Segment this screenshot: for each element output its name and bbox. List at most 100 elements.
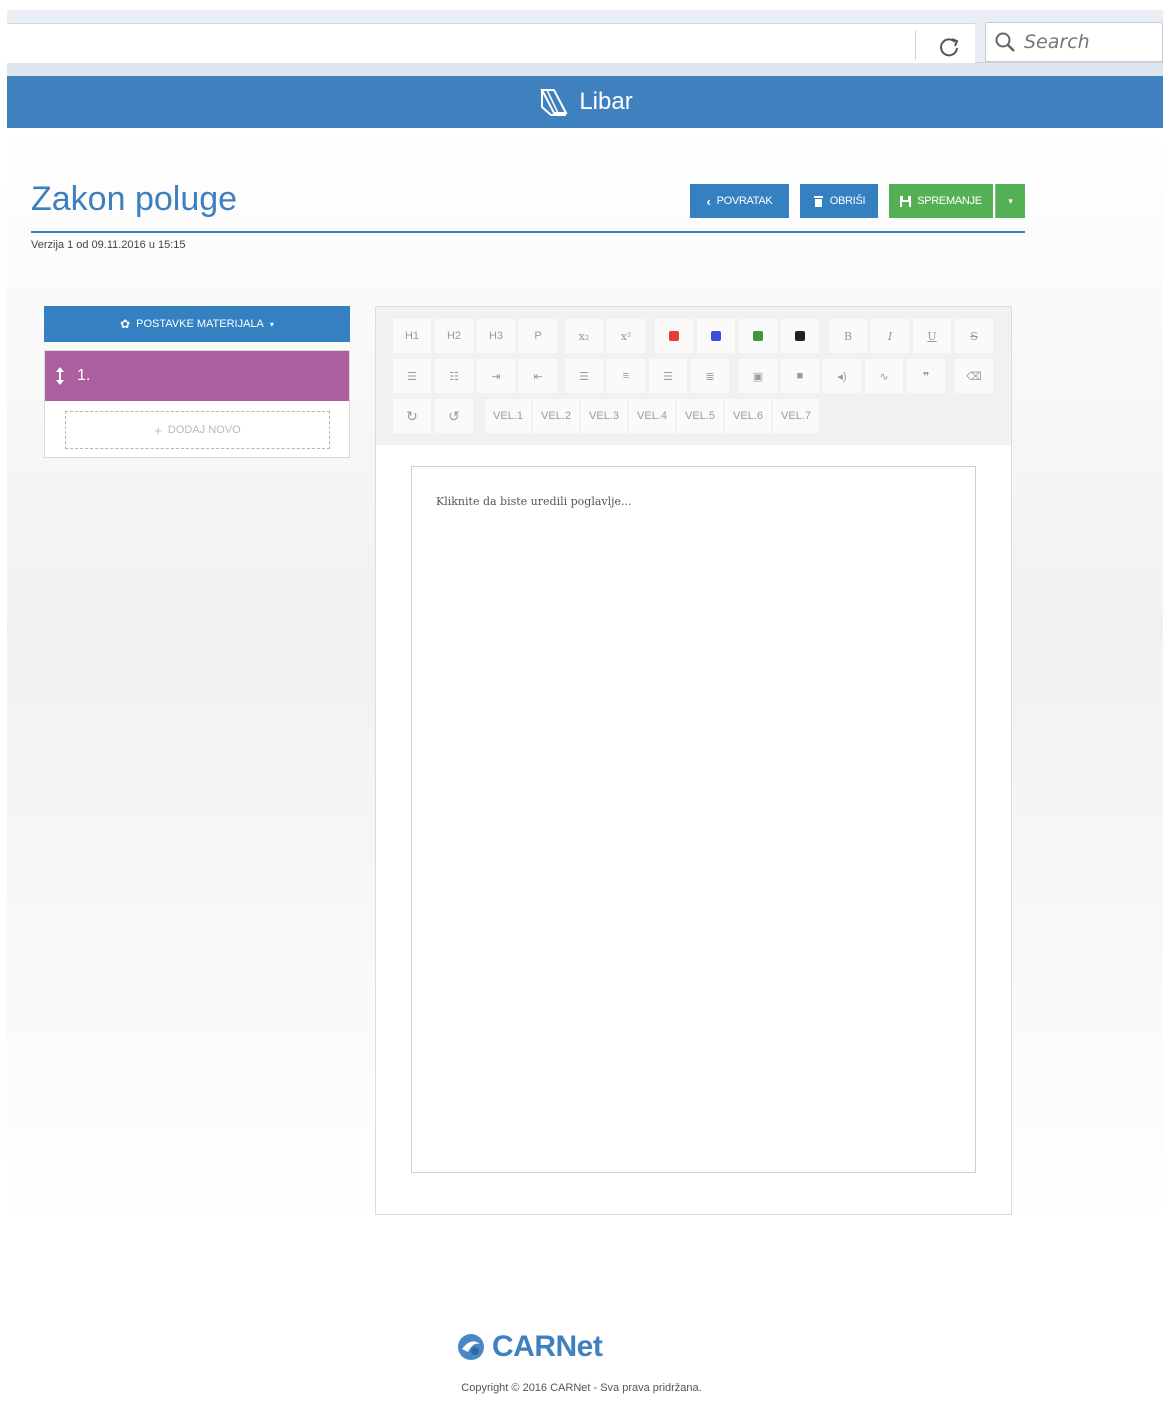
color-black-button[interactable] <box>781 319 819 353</box>
size-7-label: VEL.7 <box>781 410 811 422</box>
green-swatch <box>753 331 763 341</box>
align-justify-icon: ≣ <box>705 370 715 383</box>
chevron-left-icon: ‹ <box>706 193 711 209</box>
insert-video-button[interactable]: ■ <box>781 359 819 393</box>
size-2-button[interactable]: VEL.2 <box>533 399 579 433</box>
outdent-button[interactable]: ⇤ <box>519 359 557 393</box>
outdent-icon: ⇤ <box>533 370 543 383</box>
delete-button[interactable]: OBRIŠI <box>800 184 878 218</box>
size-3-button[interactable]: VEL.3 <box>581 399 627 433</box>
app-brand[interactable]: Libar <box>579 88 632 116</box>
align-left-icon: ☰ <box>579 370 589 383</box>
editor-toolbar: H1 H2 H3 P x₂ x² B I U S ☰ ☷ ⇥ ⇤ ☰ ≡ ☰ ≣… <box>376 307 1011 445</box>
heading-3-button[interactable]: H3 <box>477 319 515 353</box>
size-3-label: VEL.3 <box>589 410 619 422</box>
blue-swatch <box>711 331 721 341</box>
insert-link-button[interactable]: ∿ <box>865 359 903 393</box>
h1-label: H1 <box>404 330 420 342</box>
size-4-button[interactable]: VEL.4 <box>629 399 675 433</box>
chapter-label: 1. <box>77 367 91 384</box>
browser-search-box[interactable] <box>985 22 1163 62</box>
superscript-button[interactable]: x² <box>607 319 645 353</box>
align-left-button[interactable]: ☰ <box>565 359 603 393</box>
version-info: Verzija 1 od 09.11.2016 u 15:15 <box>31 239 186 251</box>
align-justify-button[interactable]: ≣ <box>691 359 729 393</box>
align-center-icon: ≡ <box>622 370 630 382</box>
bold-label: B <box>843 329 853 343</box>
size-1-button[interactable]: VEL.1 <box>485 399 531 433</box>
save-options-dropdown[interactable]: ▾ <box>995 184 1025 218</box>
bold-button[interactable]: B <box>829 319 867 353</box>
plus-icon: + <box>154 422 162 438</box>
color-blue-button[interactable] <box>697 319 735 353</box>
back-button[interactable]: ‹ POVRATAK <box>690 184 789 218</box>
subscript-button[interactable]: x₂ <box>565 319 603 353</box>
underline-label: U <box>927 329 937 343</box>
material-settings-label: POSTAVKE MATERIJALA <box>136 318 264 330</box>
image-icon: ▣ <box>752 370 764 383</box>
video-icon: ■ <box>796 370 804 382</box>
trash-icon <box>813 196 823 207</box>
undo-icon: ↺ <box>448 407 460 424</box>
gear-icon: ✿ <box>120 317 131 331</box>
save-button[interactable]: SPREMANJE <box>889 184 993 218</box>
italic-label: I <box>887 329 893 343</box>
red-swatch <box>669 331 679 341</box>
h2-label: H2 <box>446 330 462 342</box>
size-6-button[interactable]: VEL.6 <box>725 399 771 433</box>
size-2-label: VEL.2 <box>541 410 571 422</box>
carnet-emblem-icon <box>458 1334 484 1360</box>
browser-toolbar <box>7 10 1163 71</box>
page-title: Zakon poluge <box>31 180 238 218</box>
delete-button-label: OBRIŠI <box>829 195 866 207</box>
chapter-item[interactable]: 1. <box>45 351 349 401</box>
book-icon <box>540 89 568 116</box>
drag-handle-icon[interactable] <box>55 366 65 386</box>
back-button-label: POVRATAK <box>716 195 773 207</box>
paragraph-button[interactable]: P <box>519 319 557 353</box>
align-center-button[interactable]: ≡ <box>607 359 645 393</box>
add-new-chapter-button[interactable]: + DODAJ NOVO <box>65 411 330 449</box>
heading-2-button[interactable]: H2 <box>435 319 473 353</box>
title-divider <box>31 231 1025 233</box>
search-input[interactable] <box>1024 31 1154 53</box>
strikethrough-label: S <box>970 329 978 343</box>
chapter-content-area[interactable]: Kliknite da biste uredili poglavlje... <box>411 466 976 1173</box>
size-5-label: VEL.5 <box>685 410 715 422</box>
search-icon <box>995 32 1015 52</box>
redo-button[interactable]: ↻ <box>393 399 431 433</box>
insert-audio-button[interactable]: ◂) <box>823 359 861 393</box>
undo-button[interactable]: ↺ <box>435 399 473 433</box>
caret-down-icon: ▾ <box>269 319 274 329</box>
copyright-text: Copyright © 2016 CARNet - Sva prava prid… <box>461 1382 702 1394</box>
heading-1-button[interactable]: H1 <box>393 319 431 353</box>
quote-icon: ❞ <box>922 370 930 383</box>
material-settings-button[interactable]: ✿ POSTAVKE MATERIJALA ▾ <box>44 306 350 342</box>
size-6-label: VEL.6 <box>733 410 763 422</box>
color-red-button[interactable] <box>655 319 693 353</box>
clear-format-button[interactable]: ⌫ <box>955 359 993 393</box>
insert-image-button[interactable]: ▣ <box>739 359 777 393</box>
eraser-icon: ⌫ <box>966 370 982 383</box>
add-new-label: DODAJ NOVO <box>167 424 241 436</box>
bulleted-list-button[interactable]: ☰ <box>393 359 431 393</box>
window-edge <box>0 0 7 1403</box>
black-swatch <box>795 331 805 341</box>
caret-down-icon: ▾ <box>1008 195 1013 206</box>
size-7-button[interactable]: VEL.7 <box>773 399 819 433</box>
italic-button[interactable]: I <box>871 319 909 353</box>
underline-button[interactable]: U <box>913 319 951 353</box>
window-top-edge <box>7 0 1163 10</box>
align-right-button[interactable]: ☰ <box>649 359 687 393</box>
size-4-label: VEL.4 <box>637 410 667 422</box>
indent-button[interactable]: ⇥ <box>477 359 515 393</box>
blockquote-button[interactable]: ❞ <box>907 359 945 393</box>
h3-label: H3 <box>488 330 504 342</box>
chapter-list: 1. + DODAJ NOVO <box>44 350 350 458</box>
color-green-button[interactable] <box>739 319 777 353</box>
numbered-list-button[interactable]: ☷ <box>435 359 473 393</box>
strikethrough-button[interactable]: S <box>955 319 993 353</box>
size-5-button[interactable]: VEL.5 <box>677 399 723 433</box>
save-icon <box>900 195 912 207</box>
list-ol-icon: ☷ <box>449 370 459 383</box>
